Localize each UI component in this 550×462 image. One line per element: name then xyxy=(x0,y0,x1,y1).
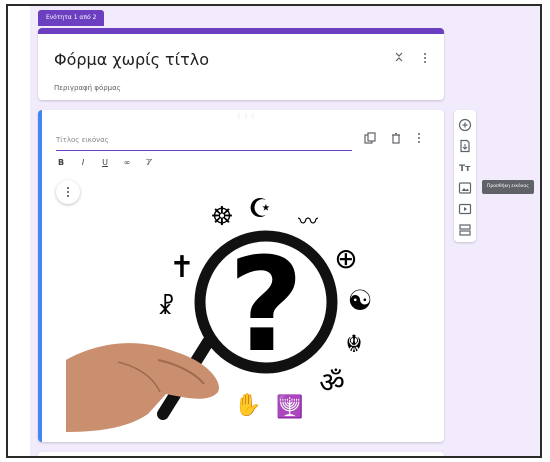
delete-icon[interactable] xyxy=(390,132,402,144)
image-item-card[interactable]: ⋮⋮⋮ B I U ∞ ⊤̸ xyxy=(38,110,444,442)
star-crescent-symbol: ☪ xyxy=(248,194,271,224)
menorah-symbol: 🕎 xyxy=(276,394,303,420)
add-image-icon[interactable] xyxy=(458,181,472,195)
add-image-tooltip: Προσθήκη εικόνας xyxy=(482,180,534,194)
om-symbol: ॐ xyxy=(319,366,345,399)
duplicate-icon[interactable] xyxy=(364,132,376,144)
section-label: Ενότητα 1 από 2 xyxy=(38,10,105,26)
add-video-icon[interactable] xyxy=(458,202,472,216)
bold-button[interactable]: B xyxy=(56,158,66,168)
more-vert-icon[interactable] xyxy=(416,132,422,144)
faravahar-symbol: 〰 xyxy=(298,209,318,233)
drag-handle-icon[interactable]: ⋮⋮⋮ xyxy=(236,113,257,120)
add-title-icon[interactable]: Tт xyxy=(458,160,472,174)
yin-yang-symbol: ☯ xyxy=(347,284,372,317)
religious-symbols-image: ? ✝ ☸ ☪ 〰 ⊕ ☯ ☬ ॐ 🕎 ✋ ☧ xyxy=(66,194,373,432)
add-section-icon[interactable] xyxy=(458,223,472,237)
circle-cross-symbol: ⊕ xyxy=(334,242,357,275)
form-title[interactable]: Φόρμα χωρίς τίτλο xyxy=(54,50,209,69)
next-item-card[interactable] xyxy=(38,452,444,456)
dharma-wheel-symbol: ☸ xyxy=(210,202,233,232)
more-vert-icon[interactable] xyxy=(422,52,428,64)
collapse-section-icon[interactable] xyxy=(394,52,404,62)
add-question-icon[interactable] xyxy=(458,118,472,132)
hamsa-symbol: ✋ xyxy=(234,392,261,418)
link-button[interactable]: ∞ xyxy=(122,158,132,168)
left-margin xyxy=(8,6,30,456)
khanda-symbol: ☬ xyxy=(345,330,362,358)
image-title-input[interactable] xyxy=(56,130,352,151)
clear-formatting-button[interactable]: ⊤̸ xyxy=(144,158,154,168)
form-description[interactable]: Περιγραφή φόρμας xyxy=(54,84,121,92)
browser-viewport: Ενότητα 1 από 2 Φόρμα χωρίς τίτλο Περιγρ… xyxy=(6,4,542,458)
floating-toolbar: Tт xyxy=(454,110,476,242)
italic-button[interactable]: I xyxy=(78,158,88,168)
cross-symbol: ✝ xyxy=(169,250,194,285)
question-mark-symbol: ? xyxy=(228,229,303,381)
import-questions-icon[interactable] xyxy=(458,139,472,153)
underline-button[interactable]: U xyxy=(100,158,110,168)
svg-text:Tт: Tт xyxy=(459,164,471,174)
chi-rho-symbol: ☧ xyxy=(157,293,174,320)
form-title-card[interactable]: Φόρμα χωρίς τίτλο Περιγραφή φόρμας xyxy=(38,28,444,100)
format-toolbar: B I U ∞ ⊤̸ xyxy=(56,158,154,168)
